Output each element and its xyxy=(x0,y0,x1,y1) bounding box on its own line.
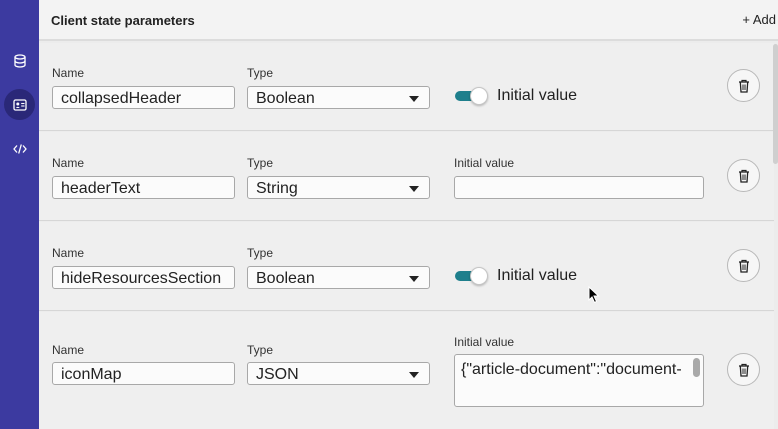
sidebar-item-code[interactable] xyxy=(4,133,35,164)
initial-value-label: Initial value xyxy=(497,87,578,104)
name-label: Name xyxy=(52,343,85,357)
param-type-select[interactable]: String xyxy=(247,176,430,199)
initial-value-label: Initial value xyxy=(454,335,515,349)
delete-param-button[interactable] xyxy=(727,249,760,282)
initial-value-text: {"article-document":"document- xyxy=(461,361,682,378)
panel-header: Client state parameters + Add xyxy=(39,0,778,41)
trash-icon xyxy=(738,363,749,377)
delete-param-button[interactable] xyxy=(727,69,760,102)
type-label: Type xyxy=(247,156,274,170)
app-window: Client state parameters + Add Name colla… xyxy=(0,0,778,429)
param-type-select[interactable]: Boolean xyxy=(247,266,430,289)
type-label: Type xyxy=(247,66,274,80)
sidebar-item-client-state[interactable] xyxy=(4,89,35,120)
initial-value-toggle[interactable] xyxy=(455,87,488,105)
param-type-value: Boolean xyxy=(256,90,315,107)
param-row: Name headerText Type String Initial valu… xyxy=(39,132,774,221)
trash-icon xyxy=(738,169,749,183)
param-name-input[interactable]: hideResourcesSection xyxy=(52,266,235,289)
name-label: Name xyxy=(52,66,85,80)
initial-value-input[interactable] xyxy=(454,176,704,199)
initial-value-label: Initial value xyxy=(454,156,515,170)
textarea-scrollbar[interactable] xyxy=(693,358,700,377)
chevron-down-icon xyxy=(409,96,419,102)
chevron-down-icon xyxy=(409,372,419,378)
delete-param-button[interactable] xyxy=(727,159,760,192)
param-type-value: JSON xyxy=(256,366,299,383)
param-name-input[interactable]: iconMap xyxy=(52,362,235,385)
param-type-value: String xyxy=(256,180,298,197)
param-row: Name iconMap Type JSON Initial value {"a… xyxy=(39,312,774,429)
mouse-cursor-icon xyxy=(588,286,600,304)
param-row: Name collapsedHeader Type Boolean Initia… xyxy=(39,43,774,131)
sidebar-rail xyxy=(0,0,39,429)
param-name-input[interactable]: collapsedHeader xyxy=(52,86,235,109)
toggle-knob xyxy=(470,87,488,105)
name-label: Name xyxy=(52,246,85,260)
toggle-knob xyxy=(470,267,488,285)
chevron-down-icon xyxy=(409,186,419,192)
contact-card-icon xyxy=(12,98,27,111)
param-name-input[interactable]: headerText xyxy=(52,176,235,199)
chevron-down-icon xyxy=(409,276,419,282)
panel-scrollbar[interactable] xyxy=(773,44,778,164)
add-parameter-button[interactable]: + Add xyxy=(742,12,776,27)
trash-icon xyxy=(738,259,749,273)
param-type-value: Boolean xyxy=(256,270,315,287)
trash-icon xyxy=(738,79,749,93)
type-label: Type xyxy=(247,246,274,260)
page-title: Client state parameters xyxy=(51,13,195,28)
initial-value-label: Initial value xyxy=(497,267,578,284)
initial-value-textarea[interactable]: {"article-document":"document- xyxy=(454,354,704,407)
sidebar-item-data[interactable] xyxy=(4,45,35,76)
database-icon xyxy=(13,53,26,68)
name-label: Name xyxy=(52,156,85,170)
type-label: Type xyxy=(247,343,274,357)
delete-param-button[interactable] xyxy=(727,353,760,386)
param-type-select[interactable]: JSON xyxy=(247,362,430,385)
param-row: Name hideResourcesSection Type Boolean I… xyxy=(39,222,774,311)
code-icon xyxy=(12,143,27,154)
param-type-select[interactable]: Boolean xyxy=(247,86,430,109)
client-state-panel: Client state parameters + Add Name colla… xyxy=(39,0,778,429)
initial-value-toggle[interactable] xyxy=(455,267,488,285)
